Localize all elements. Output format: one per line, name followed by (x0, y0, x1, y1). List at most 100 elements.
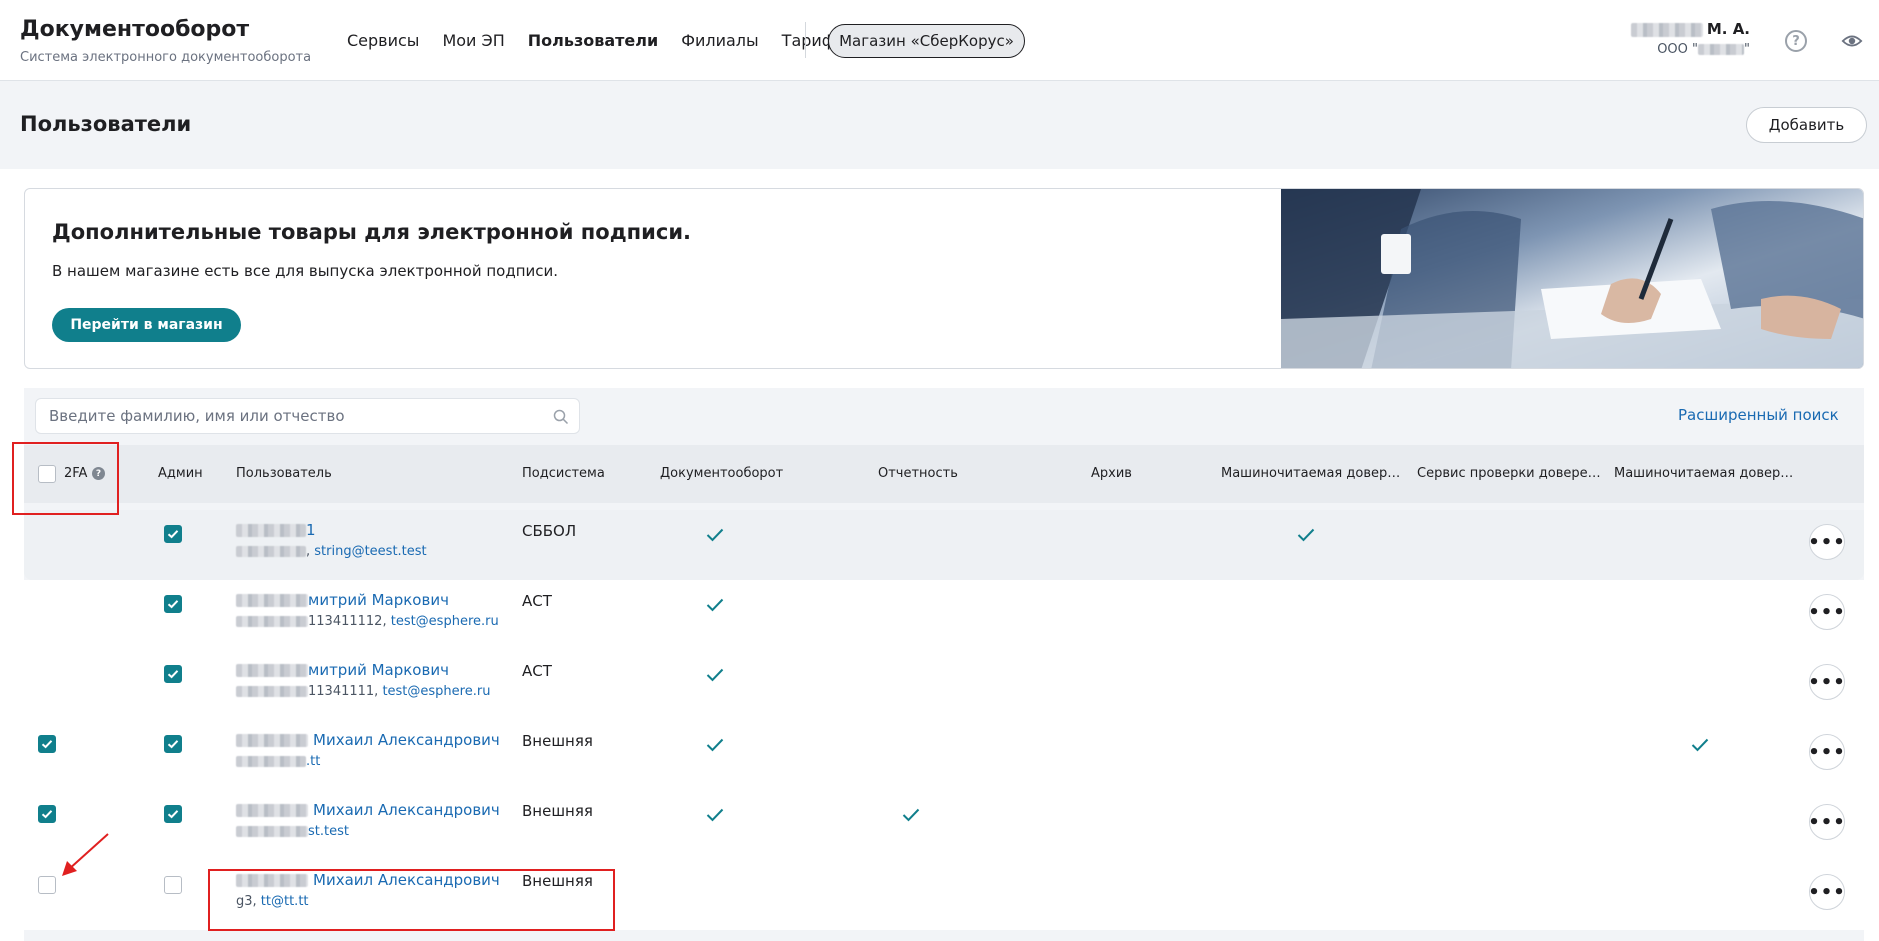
subsystem-value: Внешняя (522, 802, 593, 820)
admin-checkbox[interactable] (164, 876, 182, 894)
user-name-link[interactable]: Михаил Александрович (236, 731, 500, 749)
banner-photo-illustration (1281, 189, 1863, 368)
search-box (35, 398, 580, 434)
main-nav: Сервисы Мои ЭП Пользователи Филиалы Тари… (347, 31, 871, 50)
user-name-link[interactable]: митрий Маркович (236, 591, 499, 609)
column-reporting[interactable]: Отчетность (878, 466, 958, 481)
checkmark-icon (41, 740, 53, 749)
docflow-check-icon (706, 808, 724, 822)
top-header: Документооборот Система электронного док… (0, 0, 1879, 81)
users-table-area: Расширенный поиск 2FA ? Админ Пользовате… (24, 388, 1864, 941)
column-subsystem[interactable]: Подсистема (522, 466, 605, 481)
user-cell: Михаил Александрович st.test (236, 801, 500, 839)
nav-item-users[interactable]: Пользователи (528, 31, 658, 50)
table-row[interactable]: митрий Маркович 11341111, test@esphere.r… (24, 650, 1864, 720)
user-name-link[interactable]: митрий Маркович (236, 661, 490, 679)
admin-checkbox[interactable] (164, 735, 182, 753)
admin-checkbox[interactable] (164, 805, 182, 823)
row-actions-button[interactable]: ••• (1808, 524, 1845, 560)
page-title: Пользователи (20, 112, 192, 136)
subsystem-value: АСТ (522, 662, 552, 680)
annotation-arrow-icon (62, 833, 109, 876)
user-email[interactable]: test@esphere.ru (382, 684, 490, 699)
row-actions-button[interactable]: ••• (1808, 664, 1845, 700)
user-menu[interactable]: М. А. ООО " " (1630, 20, 1750, 57)
user-meta: , string@teest.test (236, 544, 427, 559)
row-actions-button[interactable]: ••• (1808, 804, 1845, 840)
redacted-name (236, 664, 308, 677)
checkmark-icon (167, 600, 179, 609)
shop-button[interactable]: Магазин «СберКорус» (828, 24, 1025, 58)
column-machine-poa[interactable]: Машиночитаемая довер… (1221, 466, 1400, 481)
twofa-checkbox[interactable] (38, 876, 56, 894)
user-name-link[interactable]: 1 (236, 521, 427, 539)
user-org: ООО " " (1630, 42, 1750, 57)
user-initials: М. А. (1706, 20, 1750, 38)
user-meta: .tt (236, 754, 500, 769)
go-to-shop-button[interactable]: Перейти в магазин (52, 308, 241, 342)
add-user-button[interactable]: Добавить (1746, 107, 1867, 143)
admin-checkbox[interactable] (164, 665, 182, 683)
column-machine-poa-2[interactable]: Машиночитаемая довер… (1614, 466, 1793, 481)
nav-item-my-signatures[interactable]: Мои ЭП (442, 31, 504, 50)
docflow-check-icon (706, 668, 724, 682)
nav-divider (805, 22, 806, 58)
docflow-check-icon (706, 598, 724, 612)
redacted-id (236, 756, 306, 767)
table-header: 2FA ? Админ Пользователь Подсистема Доку… (24, 445, 1864, 503)
checkmark-icon (167, 740, 179, 749)
row-actions-button[interactable]: ••• (1808, 874, 1845, 910)
column-docflow[interactable]: Документооборот (660, 466, 783, 481)
user-name-link[interactable]: Михаил Александрович (236, 801, 500, 819)
user-email[interactable]: .tt (306, 754, 320, 769)
user-email[interactable]: test@esphere.ru (391, 614, 499, 629)
subsystem-value: СББОЛ (522, 522, 577, 540)
table-row[interactable]: 1 , string@teest.test СББОЛ ••• (24, 510, 1864, 580)
column-user[interactable]: Пользователь (236, 466, 332, 481)
user-cell: 1 , string@teest.test (236, 521, 427, 559)
nav-item-services[interactable]: Сервисы (347, 31, 419, 50)
user-email[interactable]: string@teest.test (314, 544, 426, 559)
docflow-check-icon (706, 528, 724, 542)
user-org-prefix: ООО " (1657, 42, 1699, 57)
annotation-box-2fa-header (12, 442, 119, 515)
redacted-org (1698, 44, 1745, 55)
redacted-id (236, 616, 308, 627)
redacted-surname (1630, 22, 1703, 37)
app-title[interactable]: Документооборот (20, 17, 249, 42)
row-actions-button[interactable]: ••• (1808, 734, 1845, 770)
help-icon[interactable]: ? (1785, 30, 1807, 52)
user-meta: 11341111, test@esphere.ru (236, 684, 490, 699)
annotation-box-user-row (208, 869, 615, 931)
admin-checkbox[interactable] (164, 595, 182, 613)
row-actions-button[interactable]: ••• (1808, 594, 1845, 630)
redacted-name (236, 734, 308, 747)
table-row[interactable]: митрий Маркович 113411112, test@esphere.… (24, 580, 1864, 650)
redacted-id (236, 826, 308, 837)
checkmark-icon (167, 810, 179, 819)
user-meta: st.test (236, 824, 500, 839)
checkmark-icon (167, 530, 179, 539)
reporting-check-icon (902, 808, 920, 822)
twofa-checkbox[interactable] (38, 735, 56, 753)
user-name: М. А. (1630, 20, 1750, 38)
banner-title: Дополнительные товары для электронной по… (52, 220, 692, 244)
machine-poa-check-icon (1297, 528, 1315, 542)
column-admin[interactable]: Админ (158, 466, 203, 481)
user-email[interactable]: st.test (308, 824, 349, 839)
admin-checkbox[interactable] (164, 525, 182, 543)
advanced-search-link[interactable]: Расширенный поиск (1678, 406, 1839, 424)
redacted-id (236, 546, 306, 557)
banner-photo (1281, 189, 1863, 368)
column-archive[interactable]: Архив (1091, 466, 1132, 481)
twofa-checkbox[interactable] (38, 805, 56, 823)
column-poa-verify-service[interactable]: Сервис проверки довере… (1417, 466, 1601, 481)
search-icon[interactable] (553, 409, 569, 425)
table-row[interactable]: Михаил Александрович .tt Внешняя ••• (24, 720, 1864, 790)
machine-poa-2-check-icon (1691, 738, 1709, 752)
table-row[interactable]: Михаил Александрович st.test Внешняя ••• (24, 790, 1864, 860)
eye-icon[interactable] (1841, 31, 1863, 51)
nav-item-branches[interactable]: Филиалы (681, 31, 758, 50)
page-title-band: Пользователи Добавить (0, 81, 1879, 169)
search-input[interactable] (49, 407, 549, 425)
